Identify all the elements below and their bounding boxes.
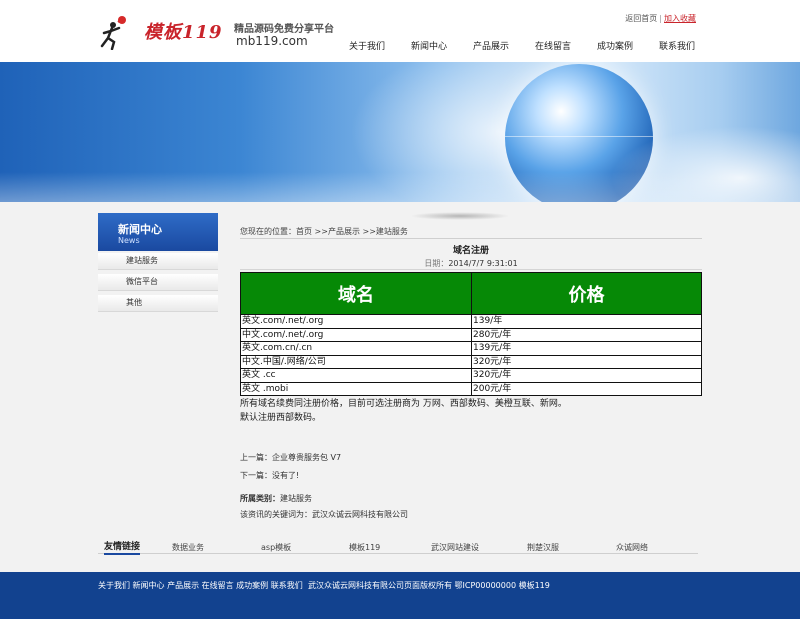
prev-article-label: 上一篇：	[240, 453, 272, 462]
table-row: 中文.com/.net/.org 280元/年	[240, 327, 702, 342]
site-header: 模板119 精品源码免费分享平台 mb119.com 返回首页 | 加入收藏 关于我…	[0, 0, 800, 62]
nav-item-cases[interactable]: 成功案例	[584, 39, 646, 53]
domain-cell: 英文.com/.net/.org	[240, 314, 472, 329]
friend-link[interactable]: 众诚网络	[616, 542, 648, 553]
domain-price-table: 域名 价格 英文.com/.net/.org 139/年 中文.com/.net…	[240, 272, 702, 396]
footer-copyright: 武汉众诚云网科技有限公司页面版权所有 鄂ICP00000000 模板119	[308, 581, 550, 590]
article-desc-line-1: 所有域名续费同注册价格，目前可选注册商为 万网、西部数码、美橙互联、新网。	[240, 399, 567, 409]
sidebar-header: 新闻中心 News	[98, 213, 218, 251]
nav-item-contact[interactable]: 联系我们	[646, 39, 708, 53]
table-row: 中文.中国/.网络/公司 320元/年	[240, 354, 702, 369]
nav-item-news[interactable]: 新闻中心	[398, 39, 460, 53]
next-article-value: 没有了!	[272, 471, 300, 480]
domain-cell: 中文.中国/.网络/公司	[240, 354, 472, 369]
prev-article: 上一篇：企业尊贵服务包 V7	[240, 452, 341, 463]
category-label: 所属类别：	[240, 494, 280, 503]
friend-link[interactable]: 荆楚汉服	[527, 542, 559, 553]
nav-item-message[interactable]: 在线留言	[522, 39, 584, 53]
sidebar-item-site-service[interactable]: 建站服务	[98, 253, 218, 270]
price-cell: 139元/年	[471, 341, 702, 356]
sidebar-item-other[interactable]: 其他	[98, 295, 218, 312]
table-row: 英文.com/.net/.org 139/年	[240, 314, 702, 329]
nav-item-products[interactable]: 产品展示	[460, 39, 522, 53]
article-category: 所属类别：建站服务	[240, 493, 312, 504]
article-divider	[240, 269, 702, 270]
site-footer: 关于我们 新闻中心 产品展示 在线留言 成功案例 联系我们 武汉众诚云网科技有限…	[0, 572, 800, 619]
friend-links-title: 友情链接	[104, 539, 141, 555]
price-cell: 139/年	[471, 314, 702, 329]
table-row: 英文.com.cn/.cn 139元/年	[240, 341, 702, 356]
domain-cell: 英文 .cc	[240, 368, 472, 383]
sidebar-title: 新闻中心	[118, 223, 162, 236]
friend-link[interactable]: 模板119	[349, 542, 380, 553]
nav-item-about[interactable]: 关于我们	[336, 39, 398, 53]
banner-fade	[0, 172, 800, 202]
logo-brand-text: 模板119	[144, 22, 223, 43]
runner-logo-icon	[100, 16, 126, 50]
sidebar-item-wechat[interactable]: 微信平台	[98, 274, 218, 291]
site-logo[interactable]: 模板119 精品源码免费分享平台 mb119.com	[96, 14, 336, 54]
main-nav: 关于我们 新闻中心 产品展示 在线留言 成功案例 联系我们	[336, 39, 708, 53]
article-keywords: 该资讯的关键词为：武汉众诚云网科技有限公司	[240, 510, 408, 519]
footer-links[interactable]: 关于我们 新闻中心 产品展示 在线留言 成功案例 联系我们	[98, 580, 303, 591]
hero-banner	[0, 62, 800, 202]
category-link[interactable]: 建站服务	[280, 494, 312, 503]
domain-cell: 英文 .mobi	[240, 381, 472, 396]
next-article: 下一篇：没有了!	[240, 470, 299, 481]
breadcrumb: 您现在的位置：首页 >>产品展示 >>建站服务	[240, 226, 702, 239]
logo-slogan: 精品源码免费分享平台	[234, 24, 334, 35]
banner-shadow	[410, 212, 510, 220]
next-article-label: 下一篇：	[240, 471, 272, 480]
logo-site-url: mb119.com	[236, 34, 308, 48]
column-header-price: 价格	[471, 272, 702, 315]
article-date: 日期：2014/7/7 9:31:01	[240, 258, 702, 269]
article-date-value: 2014/7/7 9:31:01	[448, 259, 518, 268]
table-row: 英文 .mobi 200元/年	[240, 381, 702, 396]
top-links: 返回首页 | 加入收藏	[625, 13, 696, 24]
table-row: 英文 .cc 320元/年	[240, 368, 702, 383]
article-desc-line-2: 默认注册西部数码。	[240, 413, 322, 423]
article-date-label: 日期：	[424, 259, 449, 268]
friend-links: 友情链接 数据业务 asp模板 模板119 武汉网站建设 荆楚汉服 众诚网络	[98, 538, 698, 555]
article-title: 域名注册	[452, 246, 489, 256]
friend-link[interactable]: 武汉网站建设	[431, 542, 479, 553]
add-favorite-link[interactable]: 加入收藏	[664, 14, 696, 23]
sidebar-subtitle: News	[118, 236, 140, 245]
top-links-separator: |	[659, 14, 662, 23]
home-link[interactable]: 返回首页	[625, 14, 657, 23]
price-cell: 320元/年	[471, 368, 702, 383]
friend-link[interactable]: 数据业务	[172, 542, 204, 553]
prev-article-link[interactable]: 企业尊贵服务包 V7	[272, 453, 341, 462]
domain-cell: 中文.com/.net/.org	[240, 327, 472, 342]
price-cell: 320元/年	[471, 354, 702, 369]
price-cell: 280元/年	[471, 327, 702, 342]
price-cell: 200元/年	[471, 381, 702, 396]
column-header-domain: 域名	[240, 272, 472, 315]
article-description: 所有域名续费同注册价格，目前可选注册商为 万网、西部数码、美橙互联、新网。 默认…	[240, 397, 702, 425]
table-header-row: 域名 价格	[240, 272, 702, 315]
domain-cell: 英文.com.cn/.cn	[240, 341, 472, 356]
friend-link[interactable]: asp模板	[261, 542, 291, 553]
